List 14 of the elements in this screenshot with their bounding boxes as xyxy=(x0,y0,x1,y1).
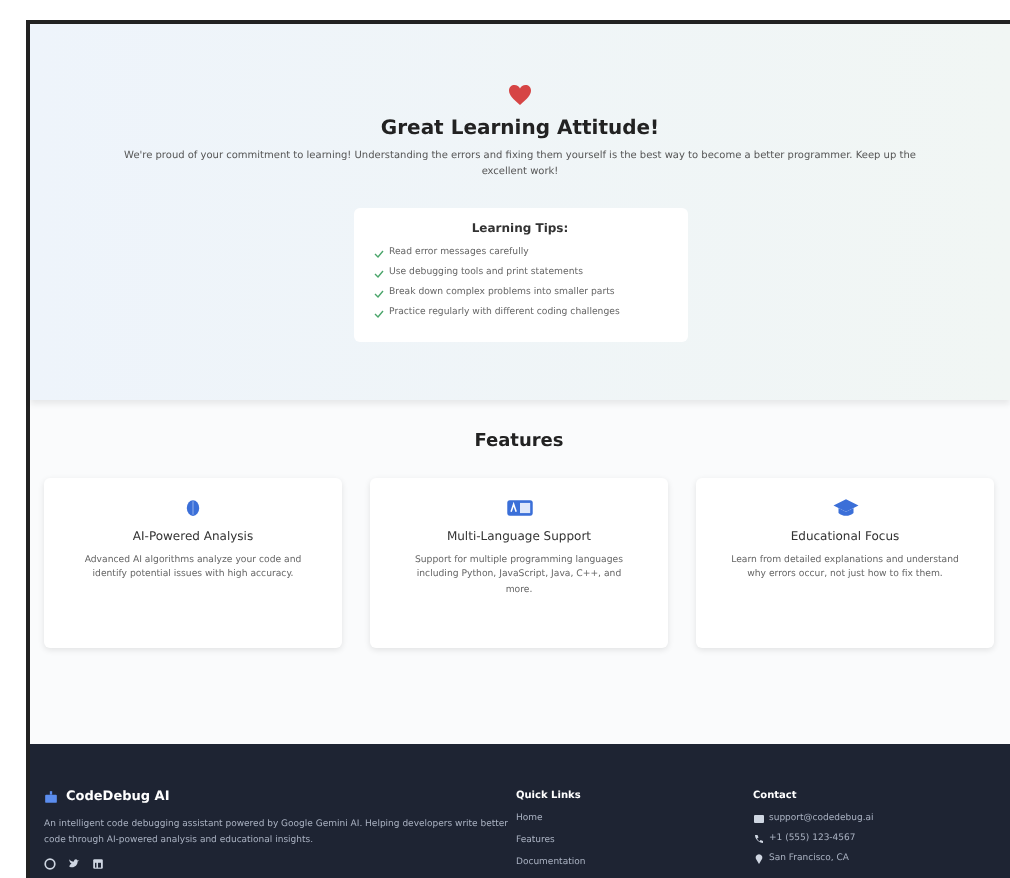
linkedin-icon[interactable] xyxy=(92,858,104,871)
map-pin-icon xyxy=(753,854,763,864)
graduation-cap-icon xyxy=(831,498,859,518)
language-icon xyxy=(505,498,533,518)
check-icon xyxy=(373,249,383,257)
check-icon xyxy=(373,269,383,277)
phone-icon xyxy=(753,834,763,844)
twitter-icon[interactable] xyxy=(68,858,80,871)
features-heading: Features xyxy=(472,432,566,452)
check-icon xyxy=(373,289,383,297)
check-icon xyxy=(373,309,383,317)
banner-title: Great Learning Attitude! xyxy=(380,118,660,140)
heart-icon xyxy=(508,84,532,106)
envelope-icon xyxy=(753,814,763,824)
